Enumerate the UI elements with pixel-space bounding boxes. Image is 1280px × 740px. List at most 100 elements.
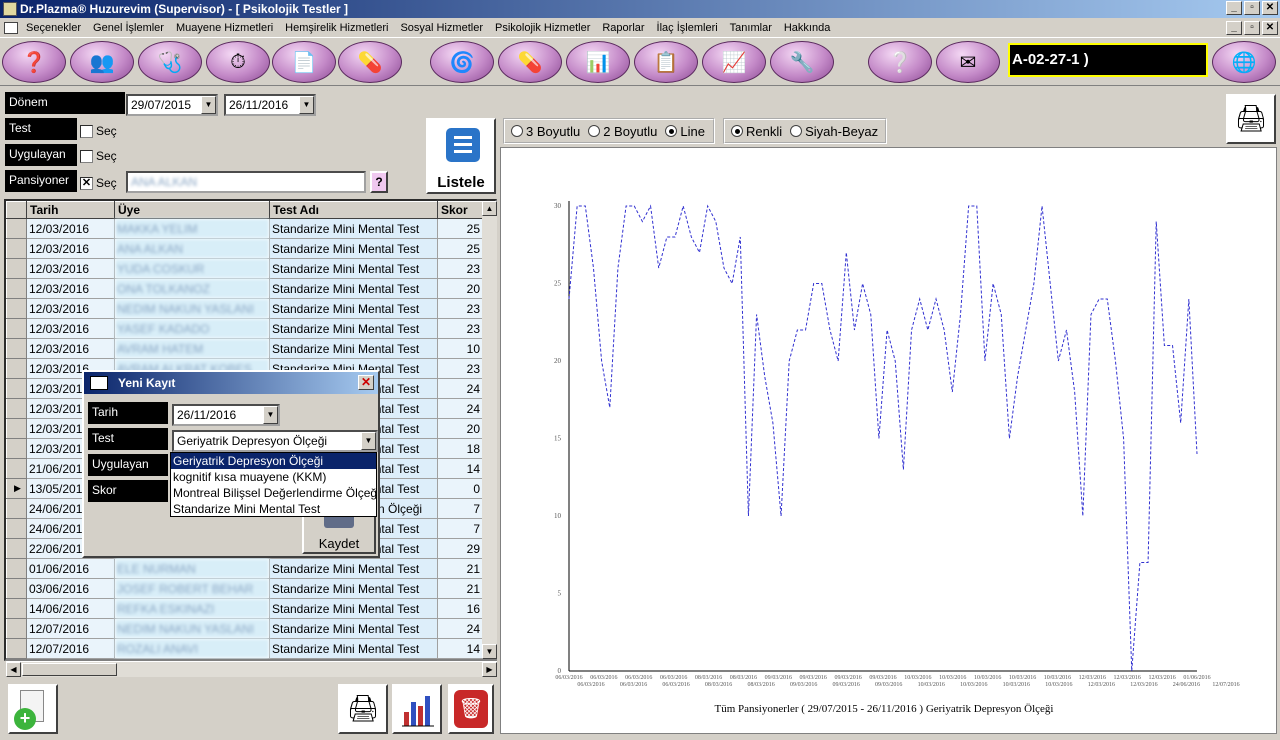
cell-date[interactable]: 12/07/2016 [26,618,115,639]
dropdown-option[interactable]: Standarize Mini Mental Test [171,501,376,516]
grid-horizontal-scrollbar[interactable]: ◀ ▶ [6,661,497,677]
cell-score[interactable]: 23 [437,358,483,379]
chevron-down-icon[interactable]: ▼ [299,96,314,114]
test-select-checkbox[interactable]: Seç [80,124,117,138]
checkbox-icon[interactable] [80,124,93,138]
row-indicator[interactable] [6,298,27,319]
cell-score[interactable]: 0 [437,478,483,499]
document-icon[interactable]: 📄 [272,41,336,83]
row-indicator[interactable] [6,498,27,519]
cell-score[interactable]: 20 [437,418,483,439]
dialog-titlebar[interactable]: Yeni Kayıt ✕ [84,372,378,394]
mdi-minimize-button[interactable]: _ [1226,21,1242,35]
table-row[interactable]: 12/03/2016 YASEF KADADO Standarize Mini Me… [6,318,483,339]
checkbox-icon[interactable] [80,149,93,163]
mdi-close-button[interactable]: ✕ [1262,21,1278,35]
scroll-right-icon[interactable]: ▶ [482,662,497,677]
cell-score[interactable]: 24 [437,618,483,639]
cell-test[interactable]: Standarize Mini Mental Test [269,598,438,619]
radio-selected-icon[interactable] [665,125,678,137]
cell-date[interactable]: 01/06/2016 [26,558,115,579]
cell-score[interactable]: 23 [437,298,483,319]
table-row[interactable]: 12/07/2016 ROZALI ANAVI Standarize Mini Me… [6,638,483,659]
cell-user[interactable]: ONA TOLKANOZ [114,278,270,299]
row-indicator[interactable]: ▶ [6,478,27,499]
cell-date[interactable]: 12/03/2016 [26,318,115,339]
table-row[interactable]: 12/03/2016 ANA ALKAN Standarize Mini Menta… [6,238,483,259]
row-indicator[interactable] [6,418,27,439]
grid-vertical-scrollbar[interactable]: ▲ ▼ [482,201,497,659]
close-window-button[interactable]: ✕ [1262,1,1278,15]
row-indicator[interactable] [6,218,27,239]
menu-tanimlar[interactable]: Tanımlar [730,22,772,34]
cell-user[interactable]: YUDA COSKUR [114,258,270,279]
table-row[interactable]: 12/03/2016 AVRAM HATEM Standarize Mini Men… [6,338,483,359]
cell-score[interactable]: 14 [437,458,483,479]
row-indicator[interactable] [6,358,27,379]
maximize-button[interactable]: ▫ [1244,1,1260,15]
cell-date[interactable]: 14/06/2016 [26,598,115,619]
print-grid-button[interactable]: 🖨 [338,684,388,734]
cell-user[interactable]: ELE NURMAN [114,558,270,579]
cell-test[interactable]: Standarize Mini Mental Test [269,238,438,259]
radio-renkli[interactable]: Renkli [731,124,782,139]
cell-test[interactable]: Standarize Mini Mental Test [269,558,438,579]
row-indicator[interactable] [6,238,27,259]
menu-raporlar[interactable]: Raporlar [602,22,644,34]
menu-sosyal-hizmetler[interactable]: Sosyal Hizmetler [400,22,483,34]
doctors-icon[interactable]: 👥 [70,41,134,83]
cell-user[interactable]: NEDIM NAKUN YASLANI [114,618,270,639]
tools-icon[interactable]: 🔧 [770,41,834,83]
new-record-button[interactable]: + [8,684,58,734]
cell-date[interactable]: 03/06/2016 [26,578,115,599]
menu-muayene-hizmetleri[interactable]: Muayene Hizmetleri [176,22,273,34]
table-row[interactable]: 14/06/2016 REFKA ESKINAZI Standarize Mini … [6,598,483,619]
row-indicator[interactable] [6,578,27,599]
cell-score[interactable]: 23 [437,318,483,339]
cell-score[interactable]: 7 [437,498,483,519]
radio-3d[interactable]: 3 Boyutlu [511,124,580,139]
table-row[interactable]: 12/03/2016 NEDIM NAKUN YASLANI Standarize … [6,298,483,319]
radio-icon[interactable] [588,125,601,137]
dropdown-option[interactable]: Geriyatrik Depresyon Ölçeği [171,453,376,469]
radio-siyah-beyaz[interactable]: Siyah-Beyaz [790,124,878,139]
cell-score[interactable]: 14 [437,638,483,659]
report-icon[interactable]: 📊 [566,41,630,83]
cell-test[interactable]: Standarize Mini Mental Test [269,578,438,599]
row-indicator[interactable] [6,518,27,539]
cell-score[interactable]: 29 [437,538,483,559]
row-indicator[interactable] [6,458,27,479]
nurse-tools-icon[interactable]: 🩺 [138,41,202,83]
row-indicator[interactable] [6,338,27,359]
cell-user[interactable]: ROZALI ANAVI [114,638,270,659]
row-indicator[interactable] [6,318,27,339]
cell-test[interactable]: Standarize Mini Mental Test [269,338,438,359]
date-from-combo[interactable]: 29/07/2015 ▼ [126,94,218,116]
cell-score[interactable]: 24 [437,398,483,419]
cell-score[interactable]: 21 [437,558,483,579]
row-indicator[interactable] [6,398,27,419]
minimize-button[interactable]: _ [1226,1,1242,15]
spiral-icon[interactable]: 🌀 [430,41,494,83]
row-indicator[interactable] [6,638,27,659]
cell-score[interactable]: 24 [437,378,483,399]
column-header-test-adi[interactable]: Test Adı [269,201,438,219]
scroll-thumb[interactable] [22,663,117,676]
close-icon[interactable]: ✕ [358,375,374,390]
cell-score[interactable]: 16 [437,598,483,619]
radio-icon[interactable] [511,125,523,137]
listele-button[interactable]: Listele [426,118,496,194]
cell-date[interactable]: 12/03/2016 [26,258,115,279]
cell-test[interactable]: Standarize Mini Mental Test [269,278,438,299]
cell-test[interactable]: Standarize Mini Mental Test [269,298,438,319]
clipboard-icon[interactable]: 📋 [634,41,698,83]
cell-date[interactable]: 12/03/2016 [26,238,115,259]
cell-date[interactable]: 12/03/2016 [26,338,115,359]
cell-score[interactable]: 25 [437,238,483,259]
cell-test[interactable]: Standarize Mini Mental Test [269,218,438,239]
menu-secenekler[interactable]: Seçenekler [26,22,81,34]
menu-genel-islemler[interactable]: Genel İşlemler [93,22,164,34]
cell-user[interactable]: YASEF KADADO [114,318,270,339]
table-row[interactable]: 12/07/2016 NEDIM NAKUN YASLANI Standarize … [6,618,483,639]
table-row[interactable]: 03/06/2016 JOSEF ROBERT BEHAR Standarize M… [6,578,483,599]
